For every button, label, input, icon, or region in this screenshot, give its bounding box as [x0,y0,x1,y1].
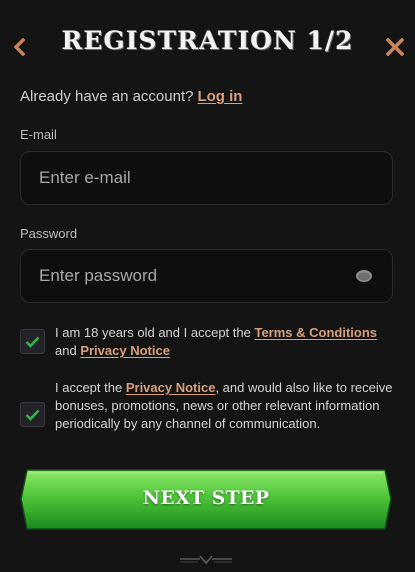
terms-checkbox[interactable] [20,329,45,354]
consent-text: and [55,343,77,358]
chevron-left-icon [13,38,26,56]
password-label: Password [20,226,78,241]
registration-page: REGISTRATION 1/2 Already have an account… [0,0,415,572]
email-label: E-mail [20,127,57,142]
header: REGISTRATION 1/2 [0,0,415,88]
checkmark-icon [25,409,40,421]
email-field[interactable] [39,168,374,188]
password-field-box [20,249,393,303]
password-visibility-toggle[interactable] [354,268,374,284]
password-field[interactable] [39,266,354,286]
consent-terms: I am 18 years old and I accept the Terms… [20,324,395,360]
marketing-checkbox[interactable] [20,402,45,427]
terms-link[interactable]: Terms & Conditions [254,325,377,340]
consent-marketing-text: I accept the Privacy Notice, and would a… [55,379,395,433]
privacy-notice-link-2[interactable]: Privacy Notice [126,380,216,395]
consent-marketing: I accept the Privacy Notice, and would a… [20,379,395,451]
privacy-notice-link[interactable]: Privacy Notice [80,343,170,358]
eye-icon [356,270,372,282]
ornament-divider-icon [180,555,232,565]
login-prompt: Already have an account? Log in [20,88,242,105]
login-prompt-text: Already have an account? [20,88,194,105]
next-step-label: NEXT STEP [142,487,270,509]
checkmark-icon [25,336,40,348]
back-button[interactable] [8,34,30,60]
close-button[interactable] [383,34,407,60]
consent-terms-text: I am 18 years old and I accept the Terms… [55,324,395,360]
next-step-button[interactable]: NEXT STEP [19,469,393,530]
close-icon [386,38,404,56]
page-title: REGISTRATION 1/2 [61,26,354,55]
consent-text: I accept the [55,380,123,395]
login-link[interactable]: Log in [197,88,242,105]
consent-text: I am 18 years old and I accept the [55,325,251,340]
email-field-box [20,151,393,205]
